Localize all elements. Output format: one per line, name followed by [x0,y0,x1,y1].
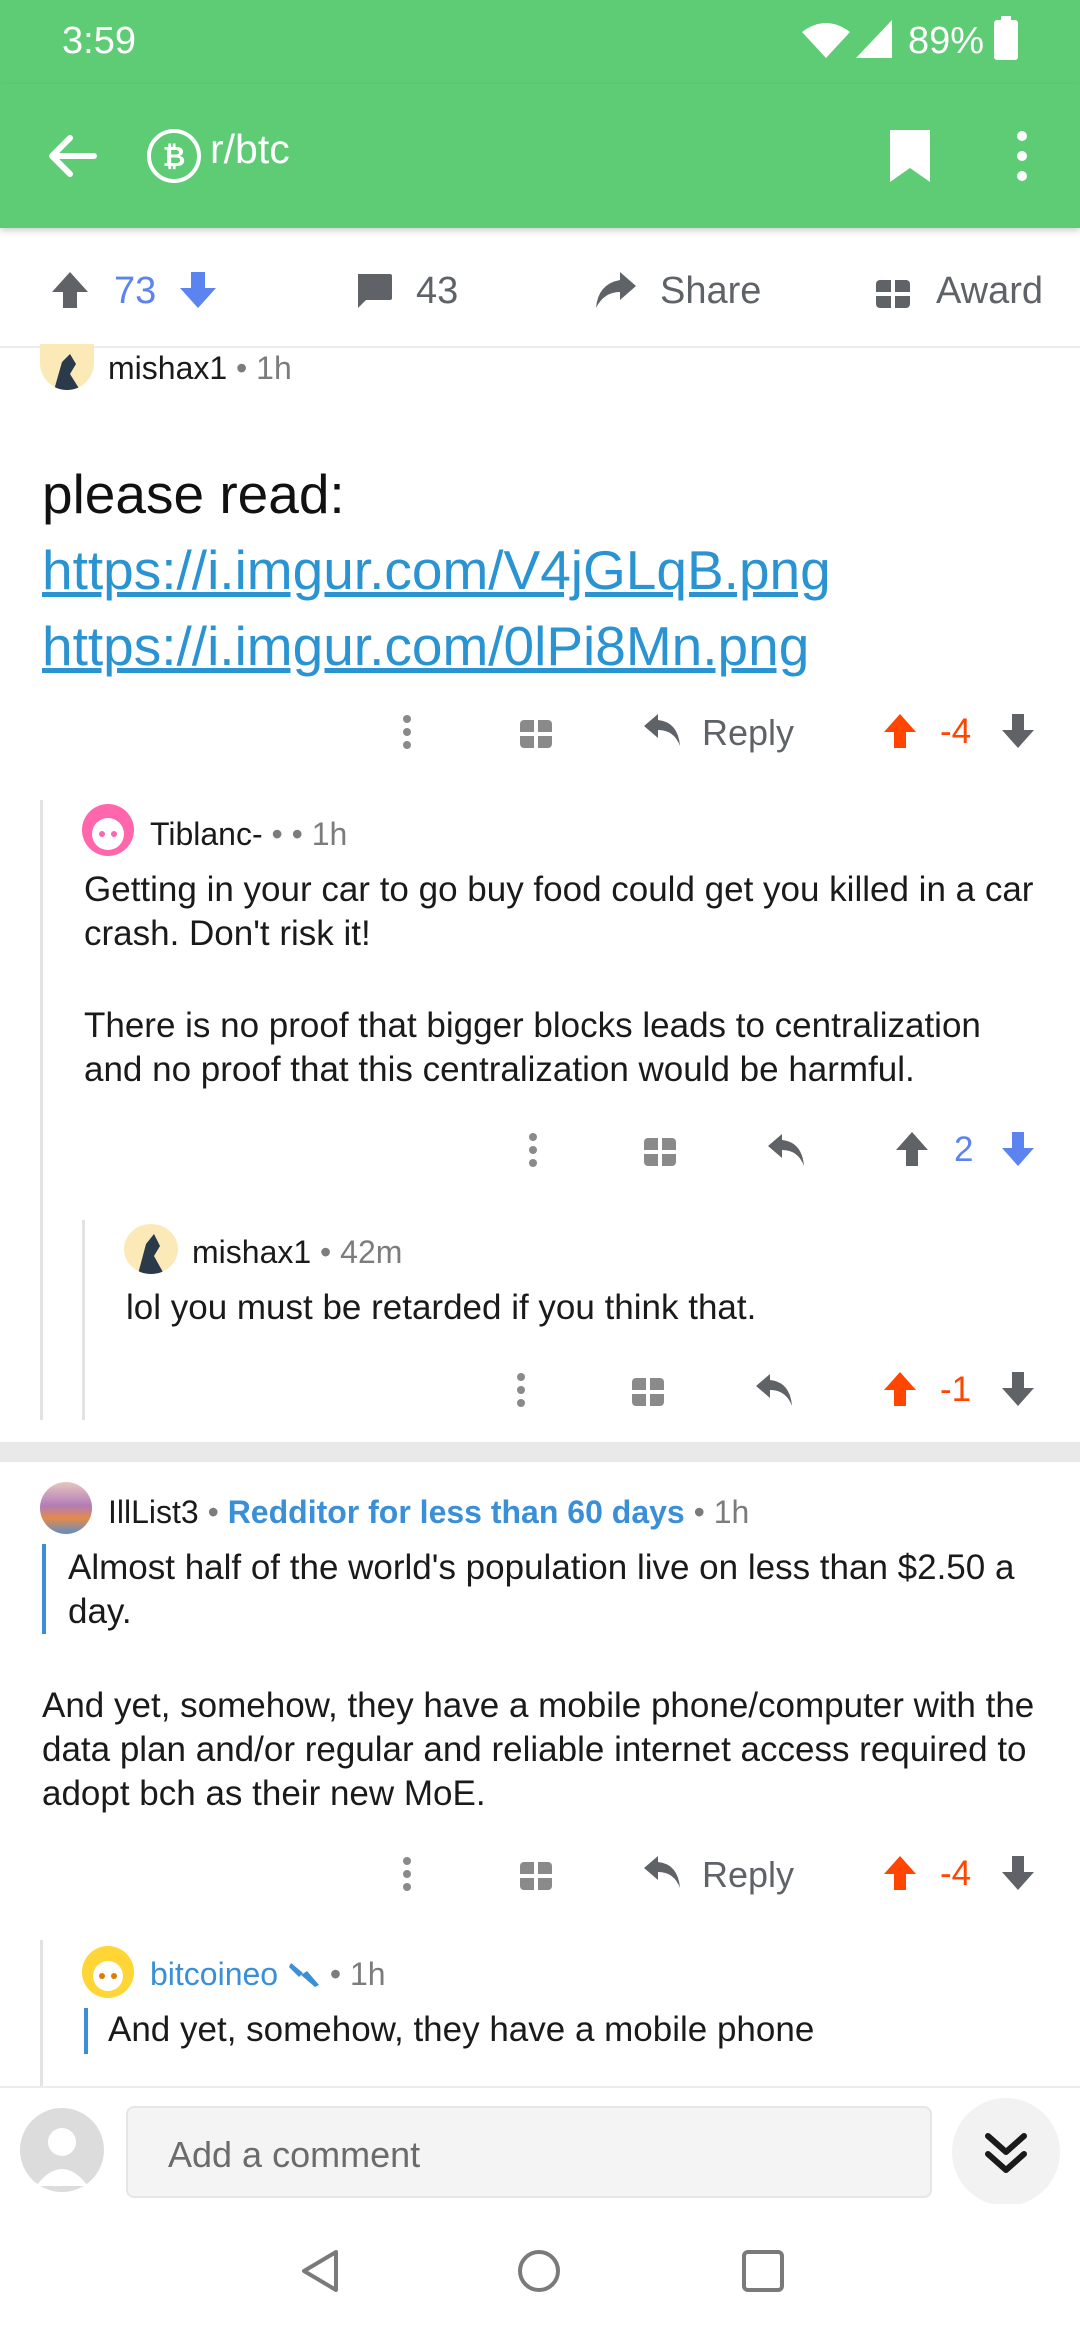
battery-icon [994,16,1018,60]
comment-score: 2 [954,1130,974,1169]
more-dots-icon[interactable] [400,714,414,750]
comment-meta: bitcoineo • 1h [150,1956,386,1992]
nav-recents-icon[interactable] [740,2248,786,2294]
back-arrow-icon[interactable] [44,128,100,184]
comment-time: 1h [256,350,292,386]
award-icon[interactable] [874,270,912,310]
reply-button[interactable]: Reply [702,1854,794,1896]
gift-icon[interactable] [518,1854,554,1892]
reply-icon[interactable] [642,1854,682,1890]
comment-score: -1 [940,1370,972,1409]
avatar[interactable] [124,1224,178,1274]
comment-text: lol you must be retarded if you think th… [126,1288,757,1327]
comment-text: There is no proof that bigger blocks lea… [84,1006,981,1089]
comment-meta: IllList3 • Redditor for less than 60 day… [108,1494,750,1530]
comment-meta: mishax1 • 42m [192,1234,403,1270]
share-button[interactable]: Share [660,270,761,313]
avatar[interactable] [82,1946,134,1998]
comment-score: -4 [940,712,972,751]
thread-line[interactable] [40,1940,43,2086]
comment-time: 42m [340,1234,403,1270]
status-time: 3:59 [62,20,136,62]
comment-score: -4 [940,1854,972,1893]
award-button[interactable]: Award [936,270,1043,313]
downvote-icon[interactable] [1000,1854,1036,1892]
downvote-icon[interactable] [1000,1370,1036,1408]
more-dots-icon[interactable] [514,1372,528,1408]
avatar[interactable] [40,1482,92,1534]
bookmark-icon[interactable] [888,128,932,184]
upvote-icon[interactable] [882,1370,918,1408]
more-dots-icon[interactable] [526,1132,540,1168]
add-comment-input[interactable]: Add a comment [126,2106,932,2198]
reply-button[interactable]: Reply [702,712,794,754]
gift-icon[interactable] [518,712,554,750]
bitcoin-icon: ₿ [147,129,201,183]
collapse-down-icon [985,2133,1027,2173]
avatar[interactable] [82,804,134,856]
comment-text: please read: [42,463,345,525]
quote-text: Almost half of the world's population li… [68,1548,1015,1631]
thread-divider [0,1442,1080,1462]
reply-icon[interactable] [754,1372,794,1408]
battery-percent: 89% [908,20,985,62]
comment-composer: Add a comment [0,2086,1080,2206]
subreddit-name[interactable]: r/btc [210,126,290,173]
reply-icon[interactable] [766,1132,806,1168]
comment-link[interactable]: https://i.imgur.com/V4jGLqB.png [42,532,831,608]
quote-bar [84,2008,88,2054]
moderator-icon [288,1963,319,1987]
thread-line[interactable] [40,800,43,1420]
share-icon[interactable] [594,270,638,310]
upvote-icon[interactable] [882,712,918,750]
comment-count[interactable]: 43 [416,270,458,313]
upvote-icon[interactable] [50,270,90,310]
wifi-icon [802,23,850,58]
comment-time: 1h [311,816,348,852]
avatar[interactable] [40,344,94,390]
comment-icon[interactable] [354,272,394,312]
comment-author[interactable]: bitcoineo [150,1956,278,1992]
reply-icon[interactable] [642,712,682,748]
comment-text: And yet, somehow, they have a mobile pho… [42,1686,1035,1813]
user-flair: Redditor for less than 60 days [227,1494,685,1530]
signal-icon [856,20,892,58]
status-bar: 3:59 89% [0,0,1080,84]
downvote-icon[interactable] [1000,712,1036,750]
collapse-button[interactable] [952,2098,1060,2206]
thread-line[interactable] [82,1220,85,1420]
comment-meta: Tiblanc- • • 1h [150,816,348,852]
nav-home-icon[interactable] [516,2248,562,2294]
comment-meta: mishax1 • 1h [108,350,292,386]
comment-author[interactable]: mishax1 [192,1234,311,1270]
comment-time: 1h [349,1956,386,1992]
nav-back-icon[interactable] [300,2248,340,2294]
app-bar: ₿ r/btc [0,84,1080,228]
comment-time: 1h [713,1494,750,1530]
quote-text: And yet, somehow, they have a mobile pho… [108,2010,815,2049]
more-vert-icon[interactable] [1010,128,1034,184]
comment-link[interactable]: https://i.imgur.com/0lPi8Mn.png [42,608,831,684]
svg-text:₿: ₿ [163,140,186,173]
upvote-icon[interactable] [882,1854,918,1892]
upvote-icon[interactable] [894,1130,930,1168]
more-dots-icon[interactable] [400,1856,414,1892]
comment-author[interactable]: mishax1 [108,350,227,386]
post-score: 73 [114,270,157,312]
downvote-icon[interactable] [1000,1130,1036,1168]
user-avatar[interactable] [20,2108,104,2192]
gift-icon[interactable] [642,1130,678,1168]
post-action-row: 73 43 Share Award [0,230,1080,348]
downvote-icon[interactable] [178,270,218,310]
system-nav-bar [0,2204,1080,2340]
comment-text: Getting in your car to go buy food could… [84,870,1034,953]
comment-author[interactable]: Tiblanc- [150,816,263,852]
gift-icon[interactable] [630,1370,666,1408]
comment-body: please read: https://i.imgur.com/V4jGLqB… [42,456,831,684]
comment-author[interactable]: IllList3 [108,1494,199,1530]
quote-bar [42,1544,46,1634]
